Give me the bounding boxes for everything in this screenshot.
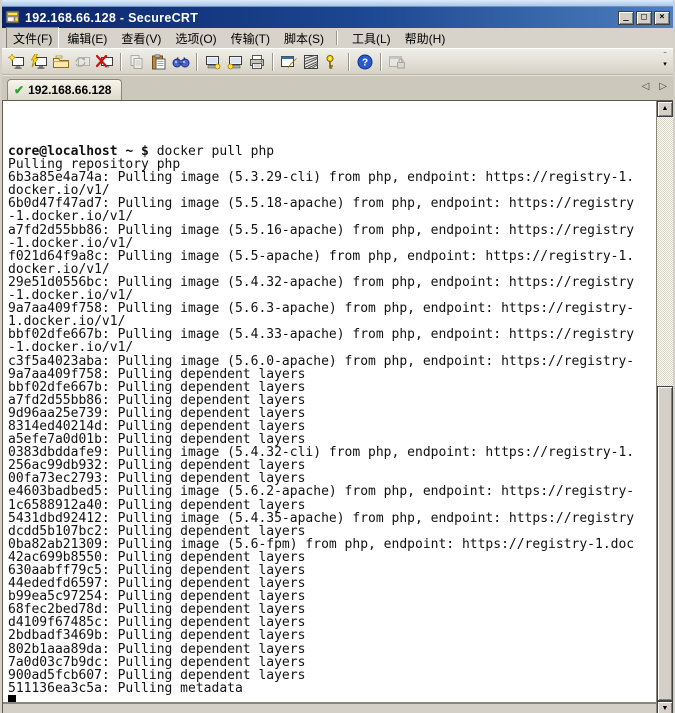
securecrt-window: 192.168.66.128 - SecureCRT _ □ × 文件(F) 编… <box>0 0 675 713</box>
terminal-output-lines: Pulling repository php6b3a85e4a74a: Pull… <box>8 158 654 695</box>
terminal-screen[interactable]: core@localhost ~ $ docker pull php Pulli… <box>3 101 656 702</box>
menu-separator <box>336 31 338 45</box>
terminal-line: -1.docker.io/v1/ <box>8 237 654 250</box>
toolbar-overflow-button[interactable]: ‾▾ <box>659 53 671 71</box>
terminal-line: 2bdbadf3469b: Pulling dependent layers <box>8 629 654 642</box>
terminal-line: f021d64f9a8c: Pulling image (5.5-apache)… <box>8 250 654 263</box>
quick-connect-icon[interactable] <box>28 51 50 72</box>
terminal-line: c3f5a4023aba: Pulling image (5.6.0-apach… <box>8 355 654 368</box>
toolbar-separator <box>196 53 198 71</box>
tab-scroll-right-icon[interactable]: ▷ <box>659 81 667 92</box>
minimize-button[interactable]: _ <box>618 11 634 25</box>
new-session-icon[interactable] <box>6 51 28 72</box>
window-title: 192.168.66.128 - SecureCRT <box>25 11 618 25</box>
connected-check-icon: ✔ <box>14 85 24 95</box>
maximize-button[interactable]: □ <box>636 11 652 25</box>
ssh-key-icon[interactable] <box>322 51 344 72</box>
terminal-line: -1.docker.io/v1/ <box>8 210 654 223</box>
send-file-icon[interactable] <box>202 51 224 72</box>
terminal-line: 9d96aa25e739: Pulling dependent layers <box>8 407 654 420</box>
terminal-line: dcdd5b107bc2: Pulling dependent layers <box>8 525 654 538</box>
toolbar-separator <box>348 53 350 71</box>
receive-file-icon[interactable] <box>224 51 246 72</box>
terminal-cursor-line <box>8 695 654 702</box>
terminal-line: 900ad5fcb607: Pulling dependent layers <box>8 669 654 682</box>
help-icon[interactable]: ? <box>354 51 376 72</box>
tab-bar: ✔ 192.168.66.128 ◁ ▷ <box>2 75 673 100</box>
lock-session-icon <box>386 51 408 72</box>
print-icon[interactable] <box>246 51 268 72</box>
session-tab-label: 192.168.66.128 <box>28 83 111 97</box>
tab-scroll-left-icon[interactable]: ◁ <box>642 81 650 92</box>
terminal-line: 1c6588912a40: Pulling dependent layers <box>8 499 654 512</box>
menu-bar: 文件(F) 编辑(E) 查看(V) 选项(O) 传输(T) 脚本(S) 工具(L… <box>2 28 673 48</box>
terminal-bottom-edge <box>3 702 656 713</box>
terminal-line: docker.io/v1/ <box>8 263 654 276</box>
menu-view[interactable]: 查看(V) <box>115 28 167 49</box>
menu-script[interactable]: 脚本(S) <box>278 28 330 49</box>
toolbar-separator <box>380 53 382 71</box>
title-bar[interactable]: 192.168.66.128 - SecureCRT _ □ × <box>2 7 673 28</box>
copy-icon <box>126 51 148 72</box>
menu-help[interactable]: 帮助(H) <box>399 28 452 49</box>
scroll-up-icon[interactable]: ▲ <box>657 101 673 117</box>
scrollbar-thumb[interactable] <box>657 386 673 701</box>
menu-options[interactable]: 选项(O) <box>169 28 222 49</box>
terminal-line: e4603badbed5: Pulling image (5.6.2-apach… <box>8 485 654 498</box>
window-frame-top <box>2 0 673 7</box>
vertical-scrollbar[interactable]: ▲ ▼ <box>656 101 673 713</box>
terminal-line: 802b1aaa89da: Pulling dependent layers <box>8 643 654 656</box>
paste-icon[interactable] <box>148 51 170 72</box>
terminal-line: 9a7aa409f758: Pulling dependent layers <box>8 368 654 381</box>
disconnect-icon[interactable] <box>94 51 116 72</box>
toolbar-separator <box>272 53 274 71</box>
menu-edit[interactable]: 编辑(E) <box>61 28 113 49</box>
terminal-line: a7fd2d55bb86: Pulling dependent layers <box>8 394 654 407</box>
terminal-line: 511136ea3c5a: Pulling metadata <box>8 682 654 695</box>
close-button[interactable]: × <box>654 11 670 25</box>
terminal-line: 0ba82ab21309: Pulling image (5.6-fpm) fr… <box>8 538 654 551</box>
scroll-down-icon[interactable]: ▼ <box>657 701 673 713</box>
terminal-line: a7fd2d55bb86: Pulling image (5.5.16-apac… <box>8 224 654 237</box>
reconnect-icon <box>72 51 94 72</box>
session-options-icon[interactable] <box>278 51 300 72</box>
terminal-cursor <box>8 695 16 702</box>
toolbar-separator <box>120 53 122 71</box>
svg-text:?: ? <box>362 57 368 68</box>
toolbar: ? ‾▾ <box>2 48 673 75</box>
connect-folder-icon[interactable] <box>50 51 72 72</box>
menu-file[interactable]: 文件(F) <box>6 27 59 50</box>
app-icon <box>5 10 21 25</box>
terminal-line: bbf02dfe667b: Pulling dependent layers <box>8 381 654 394</box>
menu-tools[interactable]: 工具(L) <box>346 28 397 49</box>
terminal-line: 7a0d03c7b9dc: Pulling dependent layers <box>8 656 654 669</box>
find-icon[interactable] <box>170 51 192 72</box>
menu-transfer[interactable]: 传输(T) <box>225 28 276 49</box>
terminal-area[interactable]: core@localhost ~ $ docker pull php Pulli… <box>2 100 673 713</box>
global-options-icon[interactable] <box>300 51 322 72</box>
terminal-line: 5431dbd92412: Pulling image (5.4.35-apac… <box>8 512 654 525</box>
terminal-line: -1.docker.io/v1/ <box>8 341 654 354</box>
session-tab[interactable]: ✔ 192.168.66.128 <box>7 79 122 100</box>
